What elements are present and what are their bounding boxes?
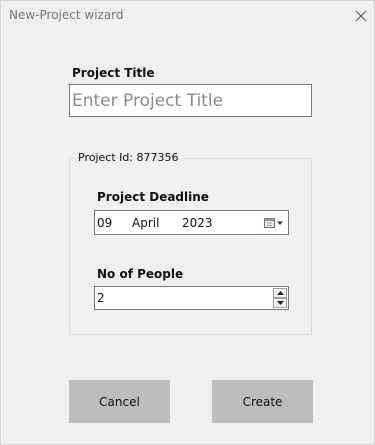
project-id-legend: Project Id: 877356 [75, 151, 182, 164]
people-count-stepper[interactable]: 2 [94, 286, 289, 310]
project-deadline-label: Project Deadline [97, 190, 209, 204]
spin-up-icon [276, 291, 284, 295]
title-bar: New-Project wizard [1, 1, 375, 31]
create-button[interactable]: Create [212, 380, 313, 423]
new-project-dialog: New-Project wizard Project Title Project… [0, 0, 375, 445]
cancel-button[interactable]: Cancel [69, 380, 170, 423]
people-count-value[interactable]: 2 [97, 291, 105, 305]
deadline-day[interactable]: 09 [97, 216, 112, 230]
close-icon [355, 10, 367, 22]
project-title-input[interactable] [69, 84, 312, 117]
calendar-dropdown-button[interactable] [263, 215, 285, 230]
close-button[interactable] [346, 1, 375, 31]
calendar-dropdown-icon [264, 217, 283, 228]
decrement-button[interactable] [273, 298, 287, 308]
deadline-month[interactable]: April [132, 216, 159, 230]
project-title-label: Project Title [72, 66, 155, 80]
increment-button[interactable] [273, 288, 287, 298]
people-count-label: No of People [97, 267, 184, 281]
deadline-year[interactable]: 2023 [182, 216, 213, 230]
spin-down-icon [276, 301, 284, 305]
project-deadline-datepicker[interactable]: 09 April 2023 [94, 210, 289, 235]
window-title: New-Project wizard [9, 8, 124, 22]
